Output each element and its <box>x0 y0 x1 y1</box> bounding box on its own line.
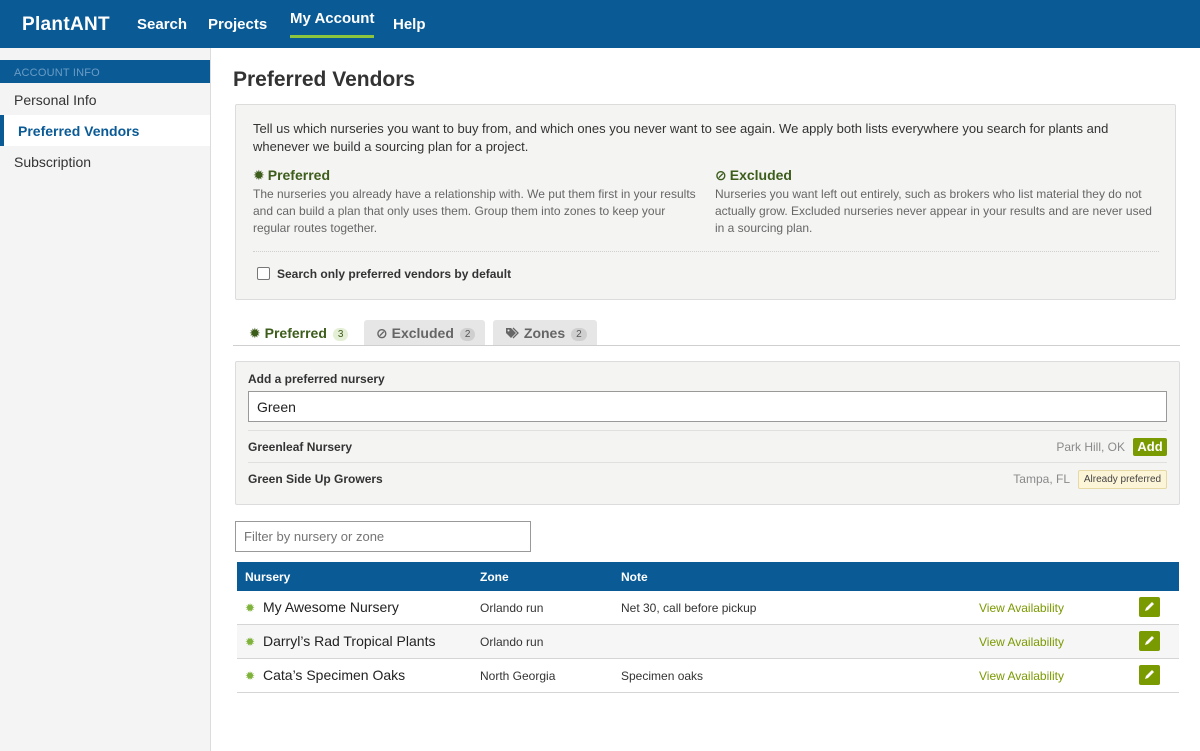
column-header-zone[interactable]: Zone <box>480 570 509 584</box>
sidebar-heading: ACCOUNT INFO <box>0 60 210 83</box>
add-nursery-input[interactable] <box>248 391 1167 422</box>
nav-projects[interactable]: Projects <box>208 16 267 33</box>
view-availability-link[interactable]: View Availability <box>979 635 1064 649</box>
already-preferred-badge: Already preferred <box>1078 470 1167 489</box>
nursery-name[interactable]: My Awesome Nursery <box>263 599 399 615</box>
page-title: Preferred Vendors <box>233 68 416 91</box>
tab-excluded-count: 2 <box>459 328 476 341</box>
excluded-description: Nurseries you want left out entirely, su… <box>715 187 1152 235</box>
nav-help[interactable]: Help <box>393 16 426 33</box>
edit-pencil-icon[interactable] <box>1139 597 1160 617</box>
preferred-description: The nurseries you already have a relatio… <box>253 187 696 235</box>
tab-preferred-label: Preferred <box>264 325 327 341</box>
result-location: Park Hill, OK <box>1056 440 1125 454</box>
preferred-only-checkbox-row[interactable]: Search only preferred vendors by default <box>257 267 511 281</box>
nav-search[interactable]: Search <box>137 16 187 33</box>
table-row: ✹ My Awesome Nursery Orlando run Net 30,… <box>237 591 1179 625</box>
search-result-row[interactable]: Greenleaf Nursery Park Hill, OK Add <box>248 430 1167 463</box>
tab-zones[interactable]: Zones 2 <box>493 320 597 346</box>
table-header: Nursery Zone Note <box>237 562 1179 591</box>
excluded-circle-slash-icon: ⊘ <box>715 167 727 183</box>
result-nursery-name: Green Side Up Growers <box>248 472 383 486</box>
nursery-zone: Orlando run <box>480 635 544 649</box>
preferred-heading-label: Preferred <box>267 167 330 183</box>
nursery-note: Net 30, call before pickup <box>621 601 757 615</box>
tab-excluded-label: Excluded <box>391 325 454 341</box>
circle-slash-icon: ⊘ <box>376 325 388 341</box>
tab-excluded[interactable]: ⊘ Excluded 2 <box>364 320 486 346</box>
preferred-badge-icon: ✹ <box>245 669 256 683</box>
table-row: ✹ Cata’s Specimen Oaks North Georgia Spe… <box>237 659 1179 693</box>
edit-pencil-icon[interactable] <box>1139 665 1160 685</box>
nursery-zone: North Georgia <box>480 669 556 683</box>
excluded-heading-label: Excluded <box>729 167 792 183</box>
preferred-heading: ✹ Preferred <box>253 167 330 184</box>
nursery-name[interactable]: Cata’s Specimen Oaks <box>263 667 405 683</box>
result-nursery-name: Greenleaf Nursery <box>248 440 353 454</box>
tab-zones-count: 2 <box>571 328 587 341</box>
sidebar-item-personal-info[interactable]: Personal Info <box>0 84 210 115</box>
table-row: ✹ Darryl’s Rad Tropical Plants Orlando r… <box>237 625 1179 659</box>
nursery-zone: Orlando run <box>480 601 544 615</box>
column-header-nursery[interactable]: Nursery <box>245 570 290 584</box>
preferred-badge-icon: ✹ <box>249 325 261 341</box>
add-nursery-panel: Add a preferred nursery Greenleaf Nurser… <box>235 361 1180 505</box>
tab-preferred[interactable]: ✹ Preferred 3 <box>237 320 359 346</box>
tab-zones-label: Zones <box>523 325 566 341</box>
edit-pencil-icon[interactable] <box>1139 631 1160 651</box>
tabs-divider <box>233 345 1180 346</box>
view-availability-link[interactable]: View Availability <box>979 669 1064 683</box>
excluded-heading: ⊘ Excluded <box>715 167 792 184</box>
preferred-only-checkbox[interactable] <box>257 267 270 280</box>
sidebar: ACCOUNT INFO Personal Info Preferred Ven… <box>0 48 211 751</box>
info-panel: Tell us which nurseries you want to buy … <box>235 104 1176 300</box>
tags-icon <box>505 325 524 341</box>
brand-logo[interactable]: PlantANT <box>22 14 110 36</box>
preferred-badge-icon: ✹ <box>245 635 256 649</box>
preferred-badge-icon: ✹ <box>253 167 265 183</box>
nursery-name[interactable]: Darryl’s Rad Tropical Plants <box>263 633 435 649</box>
preferred-only-checkbox-label[interactable]: Search only preferred vendors by default <box>277 267 511 281</box>
sidebar-item-preferred-vendors[interactable]: Preferred Vendors <box>0 115 210 146</box>
divider <box>253 251 1159 252</box>
intro-text: Tell us which nurseries you want to buy … <box>253 121 1109 154</box>
preferred-badge-icon: ✹ <box>245 601 256 615</box>
nav-my-account[interactable]: My Account <box>290 10 375 38</box>
filter-input[interactable] <box>235 521 531 552</box>
vendors-table: Nursery Zone Note ✹ My Awesome Nursery O… <box>237 562 1179 693</box>
result-location: Tampa, FL <box>1013 472 1070 486</box>
top-nav: PlantANT Search Projects My Account Help <box>0 0 1200 48</box>
add-nursery-label: Add a preferred nursery <box>248 372 385 386</box>
nursery-note: Specimen oaks <box>621 669 704 683</box>
add-button[interactable]: Add <box>1133 438 1167 456</box>
search-result-row: Green Side Up Growers Tampa, FL Already … <box>248 462 1167 495</box>
column-header-note: Note <box>621 570 648 584</box>
tab-preferred-count: 3 <box>332 328 349 341</box>
sidebar-item-subscription[interactable]: Subscription <box>0 146 210 177</box>
view-availability-link[interactable]: View Availability <box>979 601 1064 615</box>
